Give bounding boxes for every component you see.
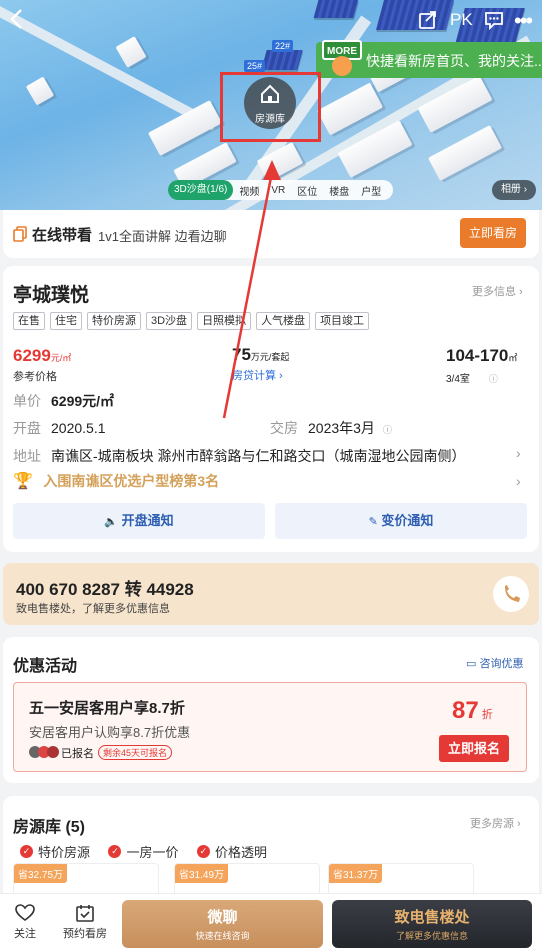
live-tour-subtitle: 1v1全面讲解 边看边聊 (98, 229, 227, 244)
follow-button[interactable]: 关注 (8, 904, 42, 941)
savings-badge: 省31.49万 (175, 864, 229, 883)
price-change-notify-button[interactable]: ✎ 变价通知 (275, 503, 527, 539)
chevron-right-icon: › (516, 445, 521, 461)
reference-price-label: 参考价格 (13, 371, 57, 383)
appointment-button[interactable]: 预约看房 (60, 904, 110, 941)
quick-entry-text: 快捷看新房首页、我的关注... (366, 53, 542, 69)
trophy-icon: 🏆 (13, 473, 33, 490)
tab-vr[interactable]: VR (265, 185, 291, 196)
share-icon[interactable] (418, 10, 438, 36)
hotline-number: 400 670 8287 转 44928 (16, 580, 194, 599)
chat-icon: ▭ (466, 658, 477, 670)
more-dots-icon[interactable]: ••• (514, 8, 533, 34)
savings-badge: 省31.37万 (329, 864, 383, 883)
check-icon: ✓ (108, 845, 122, 858)
feature-item: ✓ 一房一价 (108, 842, 178, 861)
unit-library-title: 房源库 (5) (13, 819, 86, 836)
tag-chip: 住宅 (50, 312, 82, 330)
tag-chip: 3D沙盘 (146, 312, 193, 330)
signed-label: 已报名 (61, 748, 94, 760)
hotline-desc: 致电售楼处，了解更多优惠信息 (16, 603, 170, 615)
check-icon: ✓ (196, 845, 210, 858)
signed-avatars (29, 745, 59, 763)
remaining-days-badge: 剩余45天可报名 (98, 745, 173, 760)
property-tags: 在售 住宅 特价房源 3D沙盘 日照模拟 人气楼盘 项目竣工 (13, 311, 374, 330)
tab-building[interactable]: 楼盘 (323, 183, 355, 198)
discount-value: 87 折 (452, 697, 493, 724)
tag-chip: 日照模拟 (197, 312, 252, 330)
address-row[interactable]: 地址 南谯区-城南板块 滁州市醉翁路与仁和路交口（城南湿地公园南侧） (13, 446, 466, 466)
heart-icon (15, 904, 35, 921)
info-icon[interactable]: ⓘ (383, 425, 392, 435)
open-date-row: 开盘 2020.5.1 (13, 420, 106, 436)
chevron-right-icon: › (516, 473, 521, 489)
room-types: 3/4室 ⓘ (446, 374, 498, 385)
avatar (47, 746, 59, 758)
sand-table-3d-view[interactable]: 22# 25# PK ••• MORE 快捷看新房首页、我的关注... 房源库 … (0, 0, 542, 210)
building-tag[interactable]: 22# (272, 40, 294, 52)
promo-title: 五一安居客用户享8.7折 (29, 700, 185, 717)
tag-chip: 在售 (13, 312, 45, 330)
promo-desc: 安居客用户认购享8.7折优惠 (29, 725, 191, 740)
copy-doc-icon (13, 226, 27, 242)
feature-item: ✓ 特价房源 (20, 842, 90, 861)
unit-thumbnail[interactable]: 省31.37万 (328, 863, 474, 893)
album-button[interactable]: 相册 › (492, 180, 536, 200)
unit-thumbnail[interactable]: 省32.75万 (13, 863, 159, 893)
bell-icon: 🔈 (104, 516, 119, 528)
wechat-button[interactable]: 微聊 快速在线咨询 (122, 900, 323, 948)
open-notify-button[interactable]: 🔈 开盘通知 (13, 503, 265, 539)
savings-badge: 省32.75万 (14, 864, 68, 883)
delivery-row: 交房 2023年3月 ⓘ (270, 420, 392, 436)
annotation-box (220, 72, 321, 142)
loan-calc-link[interactable]: 房贷计算 › (232, 367, 283, 383)
pk-button[interactable]: PK (450, 10, 473, 30)
phone-icon (505, 585, 520, 602)
call-sales-button[interactable]: 致电售楼处 了解更多优惠信息 (332, 900, 532, 948)
live-tour-strip: 在线带看 1v1全面讲解 边看边聊 立即看房 (3, 210, 539, 258)
unit-price-row: 单价 6299元/㎡ (13, 393, 115, 409)
live-tour-title: 在线带看 (32, 227, 93, 244)
tab-location[interactable]: 区位 (291, 183, 323, 198)
tab-video[interactable]: 视频 (233, 183, 265, 198)
message-icon[interactable] (484, 10, 504, 36)
check-icon: ✓ (20, 845, 33, 858)
bottom-action-bar: 关注 预约看房 微聊 快速在线咨询 致电售楼处 了解更多优惠信息 (0, 893, 542, 951)
building-tag[interactable]: 25# (244, 60, 266, 72)
unit-thumbnail[interactable]: 省31.49万 (174, 863, 320, 893)
more-units-link[interactable]: 更多房源 › (470, 815, 521, 831)
ranking-banner[interactable]: 🏆 入围南谯区优选户型榜第3名 (13, 471, 219, 491)
consult-promo-link[interactable]: ▭ 咨询优惠 (466, 655, 523, 671)
area-range: 104-170㎡ (446, 346, 518, 365)
unit-features: ✓ 特价房源 ✓ 一房一价 ✓ 价格透明 (20, 841, 281, 861)
edit-icon: ✎ (368, 516, 378, 528)
info-icon[interactable]: ⓘ (489, 374, 498, 384)
tag-chip: 项目竣工 (315, 312, 370, 330)
view-now-button[interactable]: 立即看房 (460, 218, 526, 248)
feature-item: ✓ 价格透明 (196, 842, 267, 861)
tag-chip: 特价房源 (87, 312, 141, 330)
phone-call-button[interactable] (493, 576, 529, 612)
tag-chip: 人气楼盘 (256, 312, 311, 330)
more-info-link[interactable]: 更多信息 › (472, 283, 523, 299)
reference-price: 6299元/㎡ (13, 346, 72, 365)
property-name: 亭城璞悦 (13, 285, 90, 306)
promo-box[interactable]: 五一安居客用户享8.7折 安居客用户认购享8.7折优惠 已报名 剩余45天可报名… (13, 682, 527, 772)
tab-floorplan[interactable]: 户型 (355, 183, 387, 198)
tab-3d-sandtable[interactable]: 3D沙盘(1/6) (168, 180, 234, 200)
media-tabs: 3D沙盘(1/6) 视频 VR 区位 楼盘 户型 (168, 180, 394, 200)
signup-button[interactable]: 立即报名 (439, 735, 509, 762)
phone-card[interactable]: 400 670 8287 转 44928 致电售楼处，了解更多优惠信息 (3, 563, 539, 625)
calendar-icon (76, 905, 94, 922)
total-price: 75万元/套起 (232, 345, 290, 364)
back-icon[interactable] (8, 8, 26, 36)
promo-section-title: 优惠活动 (13, 658, 78, 675)
pointing-hand-icon (332, 56, 352, 76)
